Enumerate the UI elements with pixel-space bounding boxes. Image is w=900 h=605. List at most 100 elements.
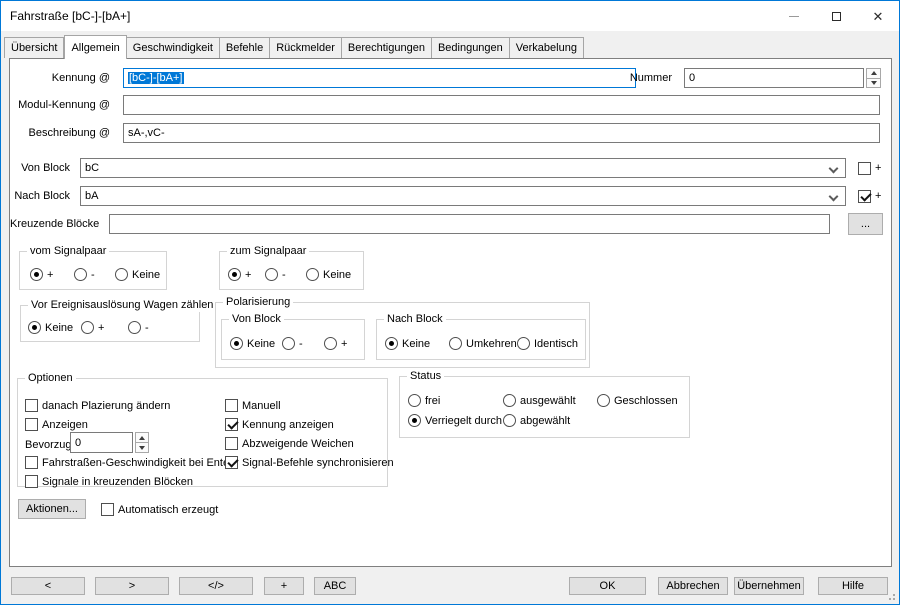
wagen-zaehlen-plus-radio-label[interactable]: + bbox=[98, 320, 104, 336]
pol-von-plus-radio[interactable] bbox=[324, 337, 337, 350]
kreuzende-bloecke-input[interactable] bbox=[109, 214, 830, 234]
tab-bedingungen[interactable]: Bedingungen bbox=[432, 37, 510, 58]
danach-plazierung-checkbox-label[interactable]: danach Plazierung ändern bbox=[42, 398, 170, 414]
pol-nach-umkehren-radio-label[interactable]: Umkehren bbox=[466, 336, 517, 352]
pol-nach-keine-radio[interactable] bbox=[385, 337, 398, 350]
von-block-combobox[interactable]: bC bbox=[80, 158, 846, 178]
tab-uebersicht[interactable]: Übersicht bbox=[4, 37, 64, 58]
geschwindigkeit-bei-enter-checkbox[interactable] bbox=[25, 456, 38, 469]
modul-kennung-input[interactable] bbox=[123, 95, 880, 115]
nav-abc-button[interactable]: ABC bbox=[314, 577, 356, 595]
signal-befehle-sync-checkbox-label[interactable]: Signal-Befehle synchronisieren bbox=[242, 455, 394, 471]
zum-signalpaar-keine-radio[interactable] bbox=[306, 268, 319, 281]
pol-von-keine-radio[interactable] bbox=[230, 337, 243, 350]
polarisierung-nach-block-title: Nach Block bbox=[384, 313, 446, 326]
signale-kreuzende-checkbox-label[interactable]: Signale in kreuzenden Blöcken bbox=[42, 474, 193, 490]
signale-kreuzende-checkbox[interactable] bbox=[25, 475, 38, 488]
aktionen-button[interactable]: Aktionen... bbox=[18, 499, 86, 519]
kennung-input[interactable]: [bC-]-[bA+] bbox=[123, 68, 636, 88]
tab-berechtigungen[interactable]: Berechtigungen bbox=[342, 37, 432, 58]
bevorzugt-input[interactable]: 0 bbox=[70, 432, 133, 453]
kreuzende-bloecke-browse-button[interactable]: ... bbox=[848, 213, 883, 235]
pol-nach-identisch-radio-label[interactable]: Identisch bbox=[534, 336, 578, 352]
danach-plazierung-checkbox[interactable] bbox=[25, 399, 38, 412]
pol-von-minus-radio-label[interactable]: - bbox=[299, 336, 303, 352]
vom-signalpaar-keine-radio-label[interactable]: Keine bbox=[132, 267, 160, 283]
bevorzugt-spin-up-button[interactable] bbox=[135, 432, 149, 443]
vom-signalpaar-minus-radio[interactable] bbox=[74, 268, 87, 281]
status-abgewaehlt-radio[interactable] bbox=[503, 414, 516, 427]
nach-block-combobox[interactable]: bA bbox=[80, 186, 846, 206]
manuell-checkbox-label[interactable]: Manuell bbox=[242, 398, 281, 414]
beschreibung-input[interactable]: sA-,vC- bbox=[123, 123, 880, 143]
tab-befehle[interactable]: Befehle bbox=[220, 37, 270, 58]
status-geschlossen-radio-label[interactable]: Geschlossen bbox=[614, 393, 678, 409]
anzeigen-checkbox[interactable] bbox=[25, 418, 38, 431]
pol-von-minus-radio[interactable] bbox=[282, 337, 295, 350]
close-button[interactable]: ✕ bbox=[857, 1, 899, 31]
wagen-zaehlen-keine-radio-label[interactable]: Keine bbox=[45, 320, 73, 336]
tab-geschwindigkeit[interactable]: Geschwindigkeit bbox=[127, 37, 220, 58]
nach-block-plus-label[interactable]: + bbox=[875, 188, 881, 204]
automatisch-erzeugt-checkbox[interactable] bbox=[101, 503, 114, 516]
pol-nach-keine-radio-label[interactable]: Keine bbox=[402, 336, 430, 352]
status-frei-radio[interactable] bbox=[408, 394, 421, 407]
abzweigende-weichen-checkbox[interactable] bbox=[225, 437, 238, 450]
vom-signalpaar-plus-radio[interactable] bbox=[30, 268, 43, 281]
nav-prev-button[interactable]: < bbox=[11, 577, 85, 595]
status-ausgewaehlt-radio[interactable] bbox=[503, 394, 516, 407]
ok-button[interactable]: OK bbox=[569, 577, 646, 595]
minimize-button[interactable] bbox=[773, 1, 815, 31]
zum-signalpaar-minus-radio[interactable] bbox=[265, 268, 278, 281]
zum-signalpaar-minus-radio-label[interactable]: - bbox=[282, 267, 286, 283]
wagen-zaehlen-keine-radio[interactable] bbox=[28, 321, 41, 334]
uebernehmen-button[interactable]: Übernehmen bbox=[734, 577, 804, 595]
zum-signalpaar-keine-radio-label[interactable]: Keine bbox=[323, 267, 351, 283]
pol-nach-identisch-radio[interactable] bbox=[517, 337, 530, 350]
pol-von-plus-radio-label[interactable]: + bbox=[341, 336, 347, 352]
tab-allgemein[interactable]: Allgemein bbox=[64, 35, 126, 59]
abzweigende-weichen-checkbox-label[interactable]: Abzweigende Weichen bbox=[242, 436, 354, 452]
pol-nach-umkehren-radio[interactable] bbox=[449, 337, 462, 350]
nav-code-button[interactable]: </> bbox=[179, 577, 253, 595]
status-abgewaehlt-radio-label[interactable]: abgewählt bbox=[520, 413, 570, 429]
hilfe-button[interactable]: Hilfe bbox=[818, 577, 888, 595]
kennung-anzeigen-checkbox[interactable] bbox=[225, 418, 238, 431]
status-frei-radio-label[interactable]: frei bbox=[425, 393, 440, 409]
status-verriegelt-radio-label[interactable]: Verriegelt durch bbox=[425, 413, 502, 429]
vom-signalpaar-plus-radio-label[interactable]: + bbox=[47, 267, 53, 283]
vom-signalpaar-minus-radio-label[interactable]: - bbox=[91, 267, 95, 283]
status-ausgewaehlt-radio-label[interactable]: ausgewählt bbox=[520, 393, 576, 409]
maximize-icon bbox=[832, 12, 841, 21]
wagen-zaehlen-minus-radio[interactable] bbox=[128, 321, 141, 334]
wagen-zaehlen-plus-radio[interactable] bbox=[81, 321, 94, 334]
nav-next-button[interactable]: > bbox=[95, 577, 169, 595]
anzeigen-checkbox-label[interactable]: Anzeigen bbox=[42, 417, 88, 433]
manuell-checkbox[interactable] bbox=[225, 399, 238, 412]
bevorzugt-spin-down-button[interactable] bbox=[135, 443, 149, 453]
automatisch-erzeugt-checkbox-label[interactable]: Automatisch erzeugt bbox=[118, 502, 218, 518]
zum-signalpaar-plus-radio[interactable] bbox=[228, 268, 241, 281]
nummer-spin-up-button[interactable] bbox=[866, 68, 881, 79]
von-block-plus-label[interactable]: + bbox=[875, 160, 881, 176]
kennung-anzeigen-checkbox-label[interactable]: Kennung anzeigen bbox=[242, 417, 334, 433]
abbrechen-button[interactable]: Abbrechen bbox=[658, 577, 728, 595]
window-controls: ✕ bbox=[773, 1, 899, 31]
nach-block-plus-checkbox[interactable] bbox=[858, 190, 871, 203]
tab-rueckmelder[interactable]: Rückmelder bbox=[270, 37, 342, 58]
status-verriegelt-radio[interactable] bbox=[408, 414, 421, 427]
vom-signalpaar-keine-radio[interactable] bbox=[115, 268, 128, 281]
von-block-plus-checkbox[interactable] bbox=[858, 162, 871, 175]
nummer-spin-down-button[interactable] bbox=[866, 79, 881, 89]
nav-plus-button[interactable]: + bbox=[264, 577, 304, 595]
resize-grip[interactable] bbox=[893, 598, 895, 600]
signal-befehle-sync-checkbox[interactable] bbox=[225, 456, 238, 469]
zum-signalpaar-plus-radio-label[interactable]: + bbox=[245, 267, 251, 283]
status-geschlossen-radio[interactable] bbox=[597, 394, 610, 407]
geschwindigkeit-bei-enter-checkbox-label[interactable]: Fahrstraßen-Geschwindigkeit bei Enter bbox=[42, 455, 233, 471]
nummer-input[interactable]: 0 bbox=[684, 68, 864, 88]
tab-verkabelung[interactable]: Verkabelung bbox=[510, 37, 584, 58]
pol-von-keine-radio-label[interactable]: Keine bbox=[247, 336, 275, 352]
wagen-zaehlen-minus-radio-label[interactable]: - bbox=[145, 320, 149, 336]
maximize-button[interactable] bbox=[815, 1, 857, 31]
